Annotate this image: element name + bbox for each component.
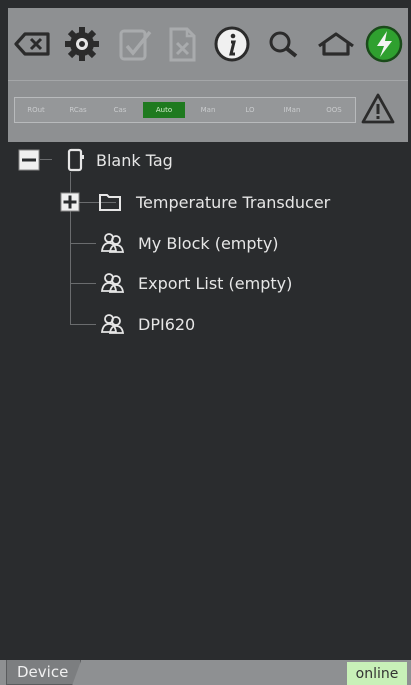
tree-connector	[70, 283, 96, 284]
device-tab[interactable]: Device	[6, 660, 82, 685]
mode-lo[interactable]: LO	[229, 98, 271, 122]
mode-cas[interactable]: Cas	[99, 98, 141, 122]
info-icon[interactable]	[210, 22, 254, 66]
tree-item-label: DPI620	[138, 314, 196, 334]
mode-iman[interactable]: IMan	[271, 98, 313, 122]
device-tree: Blank Tag Temperature Transducer My Bloc…	[8, 142, 408, 660]
app-frame: ROut RCas Cas Auto Man LO IMan OOS Blank…	[0, 0, 411, 685]
tree-item-my-block[interactable]: My Block (empty)	[100, 228, 279, 258]
status-bar: Device online	[0, 660, 411, 685]
tree-item-temperature-transducer[interactable]: Temperature Transducer	[60, 187, 330, 217]
mode-man[interactable]: Man	[187, 98, 229, 122]
mode-rout[interactable]: ROut	[15, 98, 57, 122]
tree-item-dpi620[interactable]: DPI620	[100, 309, 195, 339]
tree-item-label: Export List (empty)	[138, 273, 293, 293]
root-label: Blank Tag	[96, 150, 173, 170]
mode-oos[interactable]: OOS	[313, 98, 355, 122]
users-icon	[100, 273, 125, 293]
checklist-icon[interactable]	[112, 22, 156, 66]
connect-icon[interactable]	[362, 22, 406, 66]
home-icon[interactable]	[314, 22, 358, 66]
users-icon	[100, 314, 125, 334]
collapse-icon[interactable]	[18, 149, 40, 171]
warning-icon[interactable]	[360, 91, 396, 127]
tree-connector	[70, 243, 96, 244]
status-badge: online	[347, 662, 407, 685]
toolbar	[8, 8, 408, 80]
search-icon[interactable]	[262, 22, 306, 66]
mode-auto[interactable]: Auto	[143, 102, 185, 118]
gear-icon[interactable]	[60, 22, 104, 66]
tree-root[interactable]: Blank Tag	[18, 145, 173, 175]
mode-selector: ROut RCas Cas Auto Man LO IMan OOS	[14, 97, 356, 123]
tree-item-label: Temperature Transducer	[136, 192, 331, 212]
mode-rcas[interactable]: RCas	[57, 98, 99, 122]
tree-connector	[70, 324, 96, 325]
tree-item-label: My Block (empty)	[138, 233, 279, 253]
backspace-icon[interactable]	[10, 22, 54, 66]
users-icon	[100, 233, 125, 253]
delete-doc-icon[interactable]	[160, 22, 204, 66]
folder-icon	[99, 194, 121, 211]
expand-icon[interactable]	[60, 192, 80, 212]
device-icon	[67, 148, 84, 172]
mode-bar: ROut RCas Cas Auto Man LO IMan OOS	[8, 80, 408, 142]
tree-item-export-list[interactable]: Export List (empty)	[100, 268, 292, 298]
